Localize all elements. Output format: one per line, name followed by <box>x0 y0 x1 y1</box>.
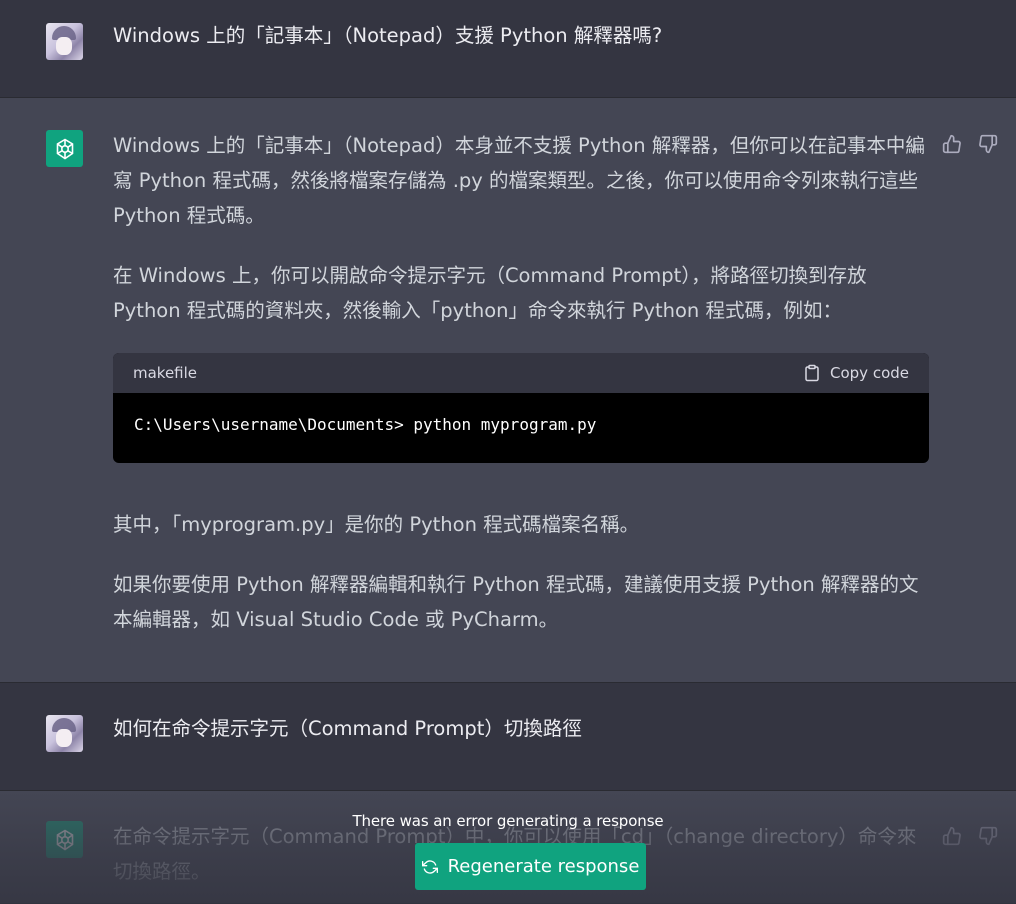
error-message: There was an error generating a response <box>352 812 664 830</box>
copy-code-button[interactable]: Copy code <box>803 364 909 382</box>
paragraph: Windows 上的「記事本」（Notepad）本身並不支援 Python 解釋… <box>113 134 925 227</box>
feedback-buttons <box>942 134 998 154</box>
code-block: makefile Copy code C:\Users\username\Doc… <box>113 353 929 463</box>
assistant-message-text: Windows 上的「記事本」（Notepad）本身並不支援 Python 解釋… <box>113 128 928 328</box>
paragraph: 如果你要使用 Python 解釋器編輯和執行 Python 程式碼，建議使用支援… <box>113 573 919 631</box>
assistant-message-text-continued: 其中，「myprogram.py」是你的 Python 程式碼檔案名稱。 如果你… <box>113 507 928 637</box>
user-message: 如何在命令提示字元（Command Prompt）切換路徑 <box>0 683 1016 791</box>
assistant-avatar <box>46 130 83 167</box>
paragraph: 在 Windows 上，你可以開啟命令提示字元（Command Prompt），… <box>113 264 867 322</box>
paragraph: 其中，「myprogram.py」是你的 Python 程式碼檔案名稱。 <box>113 513 640 536</box>
user-message: Windows 上的「記事本」（Notepad）支援 Python 解釋器嗎? <box>0 0 1016 98</box>
user-message-text: 如何在命令提示字元（Command Prompt）切換路徑 <box>113 717 582 740</box>
copy-code-label: Copy code <box>830 364 909 382</box>
user-message-text: Windows 上的「記事本」（Notepad）支援 Python 解釋器嗎? <box>113 24 663 47</box>
thumbs-up-icon[interactable] <box>942 134 962 154</box>
code-language-label: makefile <box>133 364 198 382</box>
regenerate-response-button[interactable]: Regenerate response <box>415 843 646 890</box>
chat-window: Windows 上的「記事本」（Notepad）支援 Python 解釋器嗎? … <box>0 0 1016 904</box>
code-content: C:\Users\username\Documents> python mypr… <box>134 415 597 434</box>
user-avatar <box>46 715 83 752</box>
refresh-icon <box>421 859 438 874</box>
user-avatar <box>46 23 83 60</box>
thumbs-down-icon[interactable] <box>978 134 998 154</box>
code-block-header: makefile Copy code <box>113 353 929 393</box>
clipboard-icon <box>805 364 819 382</box>
openai-logo-icon <box>56 829 73 850</box>
openai-logo-icon <box>56 138 73 159</box>
regenerate-response-label: Regenerate response <box>447 856 640 877</box>
